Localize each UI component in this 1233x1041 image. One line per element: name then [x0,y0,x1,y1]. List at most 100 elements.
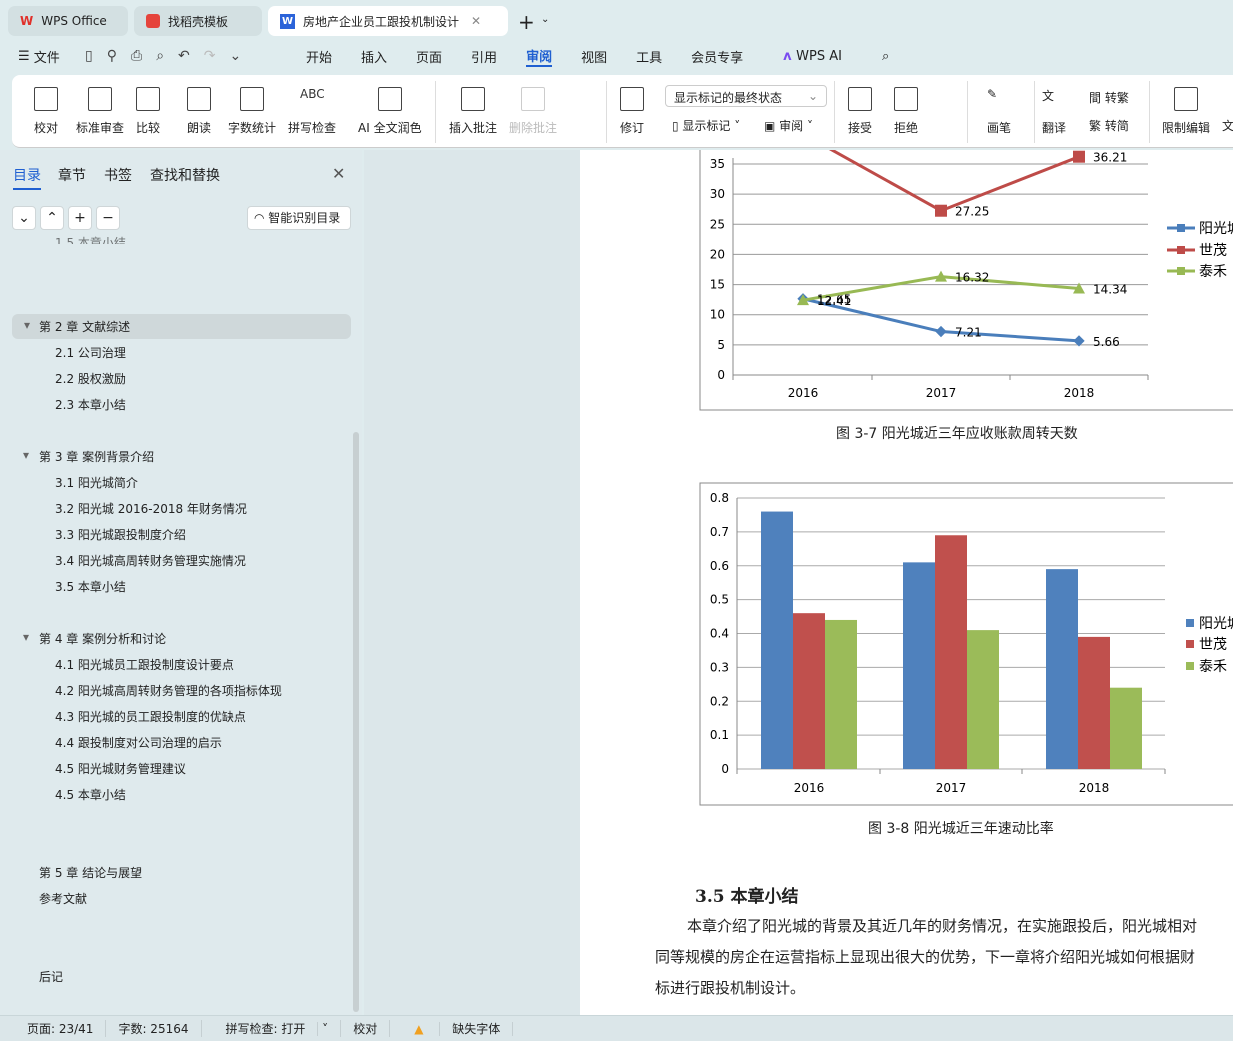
toc-item[interactable]: 4.4 跟投制度对公司治理的启示 [55,734,222,751]
toc-item[interactable]: 3.1 阳光城简介 [55,474,138,491]
tab-page[interactable]: 页面 [416,47,442,66]
search-icon[interactable]: ⌕ [882,49,889,64]
collapse-caret-icon[interactable]: ▾ [23,630,29,644]
standard-review-button[interactable]: 标准审查 [76,75,124,136]
y-tick-label: 0.5 [710,593,729,607]
pen-button[interactable]: ✎ 画笔 [987,75,1011,136]
tab-tools[interactable]: 工具 [636,47,662,66]
track-changes-button[interactable]: 修订 [620,75,644,136]
tab-review[interactable]: 审阅 [526,46,553,67]
toc-item[interactable]: 3.5 本章小结 [55,578,126,595]
read-aloud-button[interactable]: 朗读 [187,75,211,136]
delete-comment-button[interactable]: 删除批注 [509,75,557,136]
toc-label: 4.1 阳光城员工跟投制度设计要点 [55,658,234,672]
tab-wps-ai[interactable]: WPS AI [796,49,842,64]
tab-home[interactable]: 开始 [306,47,332,66]
toc-item[interactable]: 4.1 阳光城员工跟投制度设计要点 [55,656,234,673]
bar [1110,687,1142,769]
menu-icon: ☰ [18,48,34,64]
nav-scrollbar[interactable] [353,432,359,1012]
y-tick-label: 35 [710,157,725,171]
undo-icon[interactable]: ↶ [178,48,190,64]
to-traditional-button[interactable]: 間 转繁 [1089,89,1129,106]
comment-add-icon [461,87,485,111]
collapse-caret-icon[interactable]: ▾ [24,318,30,332]
word-count-button[interactable]: 字数统计 [228,75,276,136]
toc-item[interactable]: 3.3 阳光城跟投制度介绍 [55,526,186,543]
smart-toc-button[interactable]: ◠ 智能识别目录 [247,206,351,230]
legend-marker [1186,662,1194,670]
toc-item[interactable]: 3.4 阳光城高周转财务管理实施情况 [55,552,246,569]
tab-document[interactable]: W 房地产企业员工跟投机制设计 ✕ [268,6,508,36]
proof-status[interactable]: 校对 [341,1020,391,1037]
ai-polish-button[interactable]: AI 全文润色 [358,75,422,136]
review-pane-button[interactable]: ▣ 审阅 ˅ [764,117,813,134]
tab-wps-office[interactable]: W WPS Office [8,6,128,36]
expand-down-button[interactable]: ⌄ [12,206,36,230]
missing-font-status[interactable]: ▲ 缺失字体 [390,1020,525,1037]
spell-check-button[interactable]: ABC 拼写检查 [288,75,336,136]
redo-icon[interactable]: ↷ [204,48,216,64]
toc-item[interactable]: 4.5 阳光城财务管理建议 [55,760,186,777]
close-pane-icon[interactable]: ✕ [332,164,345,183]
close-tab-icon[interactable]: ✕ [471,14,481,28]
tab-list-chevron-icon[interactable]: ⌄ [541,14,549,25]
tab-references[interactable]: 引用 [471,47,497,66]
toc-label: 1.5 本章小结 [55,236,126,244]
page-indicator[interactable]: 页面: 23/41 [15,1020,107,1037]
show-markup-button[interactable]: ▯ 显示标记 ˅ [672,117,740,134]
toc-item[interactable]: 后记 [39,968,63,985]
nav-tab-bookmarks[interactable]: 书签 [104,165,132,185]
spell-check-status[interactable]: 拼写检查: 打开 ˅ [202,1020,342,1037]
toc-item[interactable]: 2.2 股权激励 [55,370,126,387]
toc-item[interactable]: 4.3 阳光城的员工跟投制度的优缺点 [55,708,246,725]
file-menu[interactable]: ☰ 文件 [18,44,60,68]
share-icon[interactable]: ⚲ [107,48,117,64]
add-heading-button[interactable]: + [68,206,92,230]
nav-tab-toc[interactable]: 目录 [13,165,41,190]
doc-button[interactable]: 文 [1222,117,1233,134]
accept-button[interactable]: 接受 [848,75,872,136]
reject-button[interactable]: 拒绝 [894,75,918,136]
tab-insert[interactable]: 插入 [361,47,387,66]
toc-item[interactable]: 3.2 阳光城 2016-2018 年财务情况 [55,500,247,517]
toc-chapter[interactable]: ▾ 第 4 章 案例分析和讨论 [23,630,166,647]
markup-state-select[interactable]: 显示标记的最终状态 ⌄ [665,85,827,107]
legend-marker [1186,619,1194,627]
tab-docer-templates[interactable]: 找稻壳模板 [134,6,262,36]
toc-item[interactable]: 4.2 阳光城高周转财务管理的各项指标体现 [55,682,282,699]
markup-icon: ▯ [672,119,683,133]
nav-tab-chapters[interactable]: 章节 [58,165,86,185]
toc-chapter[interactable]: ▾ 第 3 章 案例背景介绍 [23,448,154,465]
insert-comment-button[interactable]: 插入批注 [449,75,497,136]
print-icon[interactable]: ⎙ [131,48,142,64]
more-chevron-icon[interactable]: ⌄ [230,48,242,64]
tab-view[interactable]: 视图 [581,47,607,66]
toc-label: 3.5 本章小结 [55,580,126,594]
tab-member[interactable]: 会员专享 [691,47,743,66]
toc-item[interactable]: 1.5 本章小结 [55,234,126,244]
bar [967,630,999,769]
remove-heading-button[interactable]: − [96,206,120,230]
toc-item[interactable]: 2.3 本章小结 [55,396,126,413]
compare-button[interactable]: 比较 [136,75,160,136]
compare-icon [136,87,160,111]
print-preview-icon[interactable]: ⌕ [156,48,164,64]
nav-tab-find-replace[interactable]: 查找和替换 [150,165,220,185]
collapse-caret-icon[interactable]: ▾ [23,448,29,462]
toc-item[interactable]: 第 5 章 结论与展望 [39,864,142,881]
save-icon[interactable]: ▯ [85,48,93,64]
proof-button[interactable]: 校对 [34,75,58,136]
toc-item[interactable]: 参考文献 [39,890,87,907]
warning-icon: ▲ [402,1022,441,1036]
restrict-edit-button[interactable]: 限制编辑 [1162,75,1210,136]
to-simplified-button[interactable]: 繁 转简 [1089,117,1129,134]
document-area: 0 5 10 15 20 25 30 35 2016 2017 2018 12.65 7.21 5.66 阳… [364,150,1233,1015]
word-count[interactable]: 字数: 25164 [106,1020,202,1037]
new-tab-button[interactable]: + [518,10,535,34]
toc-chapter[interactable]: ▾ 第 2 章 文献综述 [12,314,351,339]
toc-item[interactable]: 4.5 本章小结 [55,786,126,803]
translate-button[interactable]: 文翻译 [1042,75,1066,136]
toc-item[interactable]: 2.1 公司治理 [55,344,126,361]
collapse-up-button[interactable]: ⌃ [40,206,64,230]
